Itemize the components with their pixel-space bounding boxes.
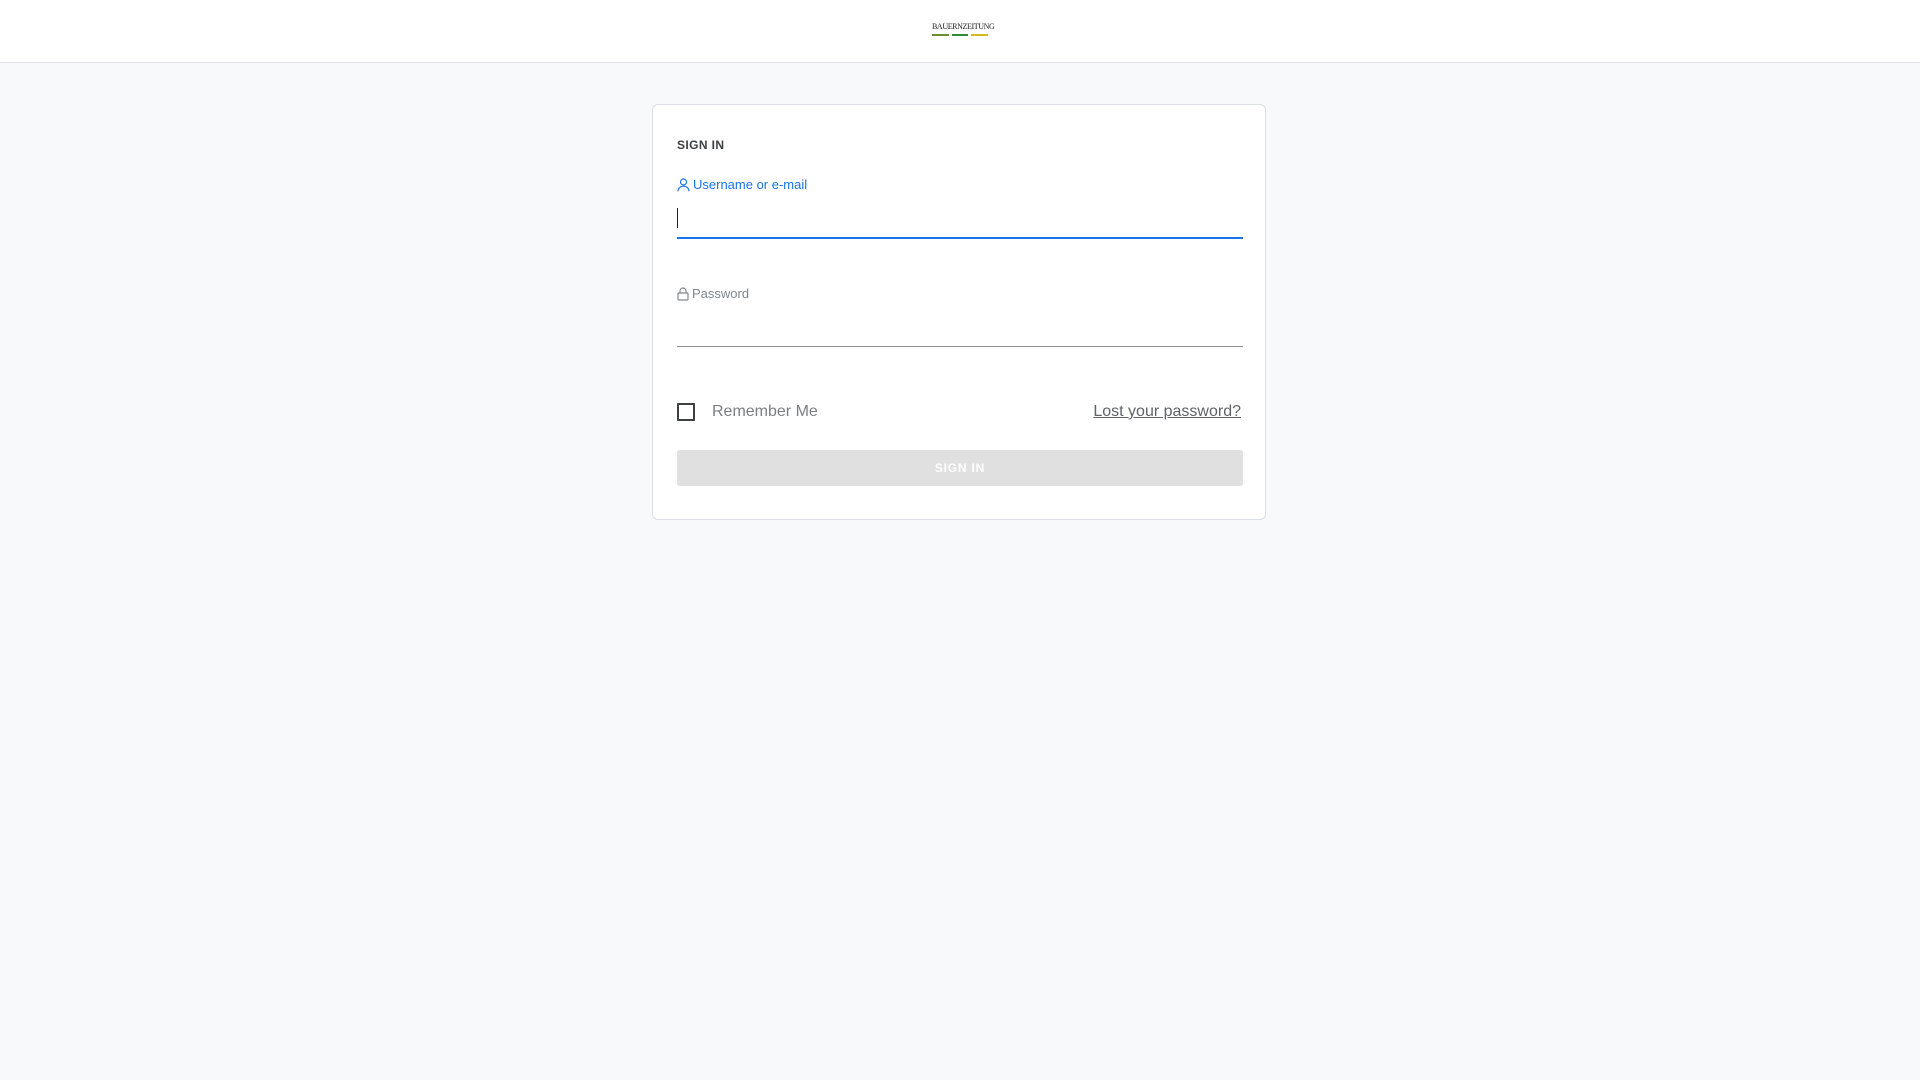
username-input[interactable] <box>677 203 1243 239</box>
bauernzeitung-logo[interactable]: BAUERNZEITUNG <box>932 22 995 42</box>
remember-me-label: Remember Me <box>712 403 818 420</box>
remember-me-checkbox[interactable] <box>677 403 695 421</box>
logo-wordmark: BAUERNZEITUNG <box>932 22 995 31</box>
remember-me-toggle[interactable]: Remember Me <box>677 403 818 421</box>
logo-accent-stripes <box>932 33 988 38</box>
text-caret <box>677 208 678 228</box>
logo-stripe-3 <box>971 34 988 36</box>
lock-icon <box>677 286 689 301</box>
sign-in-button[interactable]: SIGN IN <box>677 450 1243 486</box>
lost-password-link[interactable]: Lost your password? <box>1093 403 1241 421</box>
user-icon <box>677 177 690 191</box>
password-input[interactable] <box>677 312 1243 347</box>
top-bar: BAUERNZEITUNG <box>0 0 1920 63</box>
logo-stripe-2 <box>952 34 968 36</box>
username-label-text: Username or e-mail <box>693 177 808 192</box>
password-label: Password <box>677 286 749 301</box>
password-label-text: Password <box>692 286 750 301</box>
logo-stripe-1 <box>932 34 949 36</box>
sign-in-card: SIGN IN Username or e-mail Password Reme… <box>652 104 1266 520</box>
sign-in-title: SIGN IN <box>677 138 725 152</box>
username-label: Username or e-mail <box>677 177 807 192</box>
